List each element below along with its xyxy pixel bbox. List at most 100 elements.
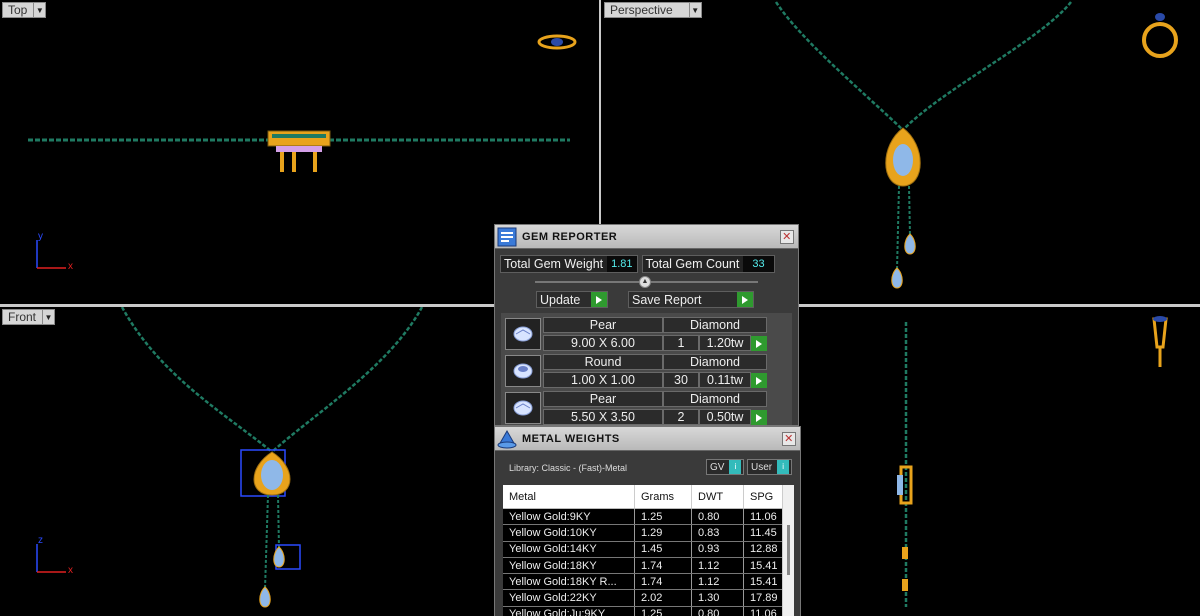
ring-thumb-side: [1152, 317, 1168, 349]
chevron-down-icon[interactable]: ▼: [688, 3, 701, 17]
total-gem-weight-value: 1.81: [607, 256, 637, 272]
total-gem-weight-label: Total Gem Weight: [504, 257, 604, 271]
gem-size: 5.50 X 3.50: [543, 409, 663, 425]
panel-title: GEM REPORTER: [522, 230, 618, 243]
gem-material: Diamond: [663, 354, 767, 370]
gem-list-item[interactable]: Pear Diamond 9.00 X 6.00 1 1.20tw: [503, 317, 769, 352]
gem-reporter-titlebar[interactable]: GEM REPORTER ✕: [495, 225, 798, 249]
save-report-button[interactable]: Save Report: [628, 291, 754, 308]
metal-name: Yellow Gold:9KY: [503, 509, 635, 525]
metal-spg: 15.41: [750, 559, 778, 572]
axis-x-label: x: [68, 565, 73, 576]
play-icon: [591, 292, 607, 307]
metal-spg: 11.06: [750, 510, 777, 523]
column-header[interactable]: Grams: [635, 485, 692, 508]
metal-grams: 1.45: [635, 541, 692, 557]
metal-spg: 11.06: [750, 608, 777, 616]
metal-library-label: Library: Classic - (Fast)-Metal: [509, 463, 628, 473]
metal-spg: 11.45: [750, 526, 777, 539]
update-label: Update: [540, 292, 581, 307]
axis-y-label: y: [38, 231, 43, 242]
gem-reporter-icon: [496, 226, 518, 248]
gem-weight: 1.20tw: [699, 335, 751, 351]
play-icon[interactable]: [751, 336, 767, 351]
gem-list[interactable]: Pear Diamond 9.00 X 6.00 1 1.20tw Round …: [501, 313, 792, 425]
viewport-label-top[interactable]: Top ▼: [2, 2, 47, 18]
gem-shape: Pear: [543, 391, 663, 407]
metal-dwt: 1.12: [692, 557, 744, 574]
axis-x-label: x: [68, 261, 73, 272]
gem-size: 1.00 X 1.00: [543, 372, 663, 388]
gem-shape: Pear: [543, 317, 663, 333]
chevron-down-icon[interactable]: ▼: [42, 310, 54, 324]
gem-list-item[interactable]: Pear Diamond 5.50 X 3.50 2 0.50tw: [503, 391, 769, 426]
metal-weights-panel: METAL WEIGHTS ✕ Library: Classic - (Fast…: [494, 426, 801, 616]
viewport-label-text: Perspective: [610, 3, 673, 17]
table-row[interactable]: Yellow Gold:22KY 2.02 1.30 17.89: [503, 590, 794, 607]
chain-right: [902, 1, 1072, 131]
gem-weight: 0.50tw: [699, 409, 751, 425]
metal-grams: 1.25: [635, 606, 692, 616]
user-toggle[interactable]: User i: [747, 459, 792, 475]
viewport-label-perspective[interactable]: Perspective ▼: [604, 2, 702, 18]
metal-dwt: 1.12: [692, 574, 744, 590]
gv-toggle[interactable]: GV i: [706, 459, 744, 475]
column-header[interactable]: SPG: [744, 485, 782, 508]
gem-count: 2: [663, 409, 699, 425]
metal-grams: 2.02: [635, 590, 692, 606]
metal-grams: 1.74: [635, 557, 692, 574]
update-button[interactable]: Update: [536, 291, 608, 308]
metal-dwt: 0.83: [692, 525, 744, 541]
table-row[interactable]: Yellow Gold:18KY R... 1.74 1.12 15.41: [503, 574, 794, 591]
metal-spg: 15.41: [750, 575, 778, 588]
table-row[interactable]: Yellow Gold:10KY 1.29 0.83 11.45: [503, 525, 794, 542]
play-icon[interactable]: [751, 410, 767, 425]
slider-knob[interactable]: ▲: [639, 276, 651, 288]
metal-name: Yellow Gold:10KY: [503, 525, 635, 541]
metal-name: Yellow Gold:18KY: [503, 557, 635, 574]
metal-weights-titlebar[interactable]: METAL WEIGHTS ✕: [495, 427, 800, 451]
metal-weights-table[interactable]: Metal Grams DWT SPG Yellow Gold:9KY 1.25…: [503, 485, 794, 616]
metal-grams: 1.74: [635, 574, 692, 590]
gem-reporter-panel: GEM REPORTER ✕ Total Gem Weight 1.81 Tot…: [494, 224, 799, 426]
viewport-label-front[interactable]: Front ▼: [2, 309, 56, 325]
column-header[interactable]: Metal: [503, 485, 635, 508]
close-icon[interactable]: ✕: [782, 431, 796, 446]
close-icon[interactable]: ✕: [780, 229, 794, 244]
play-icon: [737, 292, 753, 307]
gem-material: Diamond: [663, 317, 767, 333]
metal-name: Yellow Gold:14KY: [503, 541, 635, 557]
viewport-label-text: Top: [8, 3, 28, 17]
panel-title: METAL WEIGHTS: [522, 432, 620, 445]
gem-size: 9.00 X 6.00: [543, 335, 663, 351]
panel-slider[interactable]: ▲: [535, 275, 758, 289]
gem-count: 30: [663, 372, 699, 388]
pendant-top: [267, 130, 331, 147]
chain-right: [271, 307, 424, 453]
table-header: Metal Grams DWT SPG: [503, 485, 794, 509]
metal-spg: 12.88: [750, 543, 778, 556]
gem-list-item[interactable]: Round Diamond 1.00 X 1.00 30 0.11tw: [503, 354, 769, 389]
save-report-label: Save Report: [632, 292, 702, 307]
table-scrollbar[interactable]: [782, 485, 794, 616]
column-header[interactable]: DWT: [692, 485, 744, 508]
info-icon: i: [777, 460, 790, 474]
table-row[interactable]: Yellow Gold:14KY 1.45 0.93 12.88: [503, 541, 794, 558]
scrollbar-thumb[interactable]: [787, 525, 790, 575]
metal-name: Yellow Gold:18KY R...: [503, 574, 635, 590]
metal-dwt: 0.93: [692, 541, 744, 557]
play-icon[interactable]: [751, 373, 767, 388]
user-label: User: [751, 461, 773, 473]
chevron-down-icon[interactable]: ▼: [33, 3, 45, 17]
total-gem-count: Total Gem Count 33: [641, 255, 775, 273]
total-gem-count-value: 33: [743, 256, 774, 272]
table-row[interactable]: Yellow Gold:18KY 1.74 1.12 15.41: [503, 557, 794, 575]
pear-gem-icon: [505, 392, 541, 424]
viewport-label-text: Front: [8, 310, 37, 324]
table-row[interactable]: Yellow Gold:Ju:9KY 1.25 0.80 11.06: [503, 606, 794, 616]
table-row[interactable]: Yellow Gold:9KY 1.25 0.80 11.06: [503, 509, 794, 526]
metal-name: Yellow Gold:22KY: [503, 590, 635, 606]
total-gem-weight: Total Gem Weight 1.81: [500, 255, 638, 273]
metal-dwt: 0.80: [692, 509, 744, 525]
info-icon: i: [729, 460, 742, 474]
